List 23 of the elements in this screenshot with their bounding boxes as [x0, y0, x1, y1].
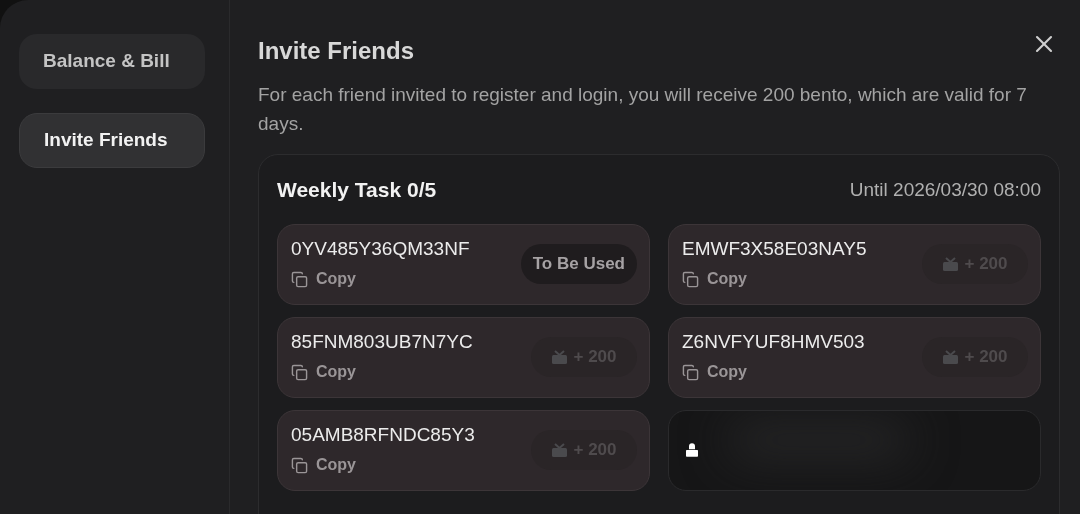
copy-button[interactable]: Copy — [291, 360, 473, 384]
invite-code: 05AMB8RFNDC85Y3 — [291, 423, 475, 447]
task-title: Weekly Task 0/5 — [277, 177, 437, 203]
copy-icon — [682, 270, 699, 288]
invite-code: 0YV485Y36QM33NF — [291, 237, 470, 261]
invite-code: EMWF3X58E03NAY5 — [682, 237, 867, 261]
copy-icon — [291, 456, 308, 474]
lock-icon — [683, 441, 701, 459]
copy-button[interactable]: Copy — [682, 360, 865, 384]
copy-icon — [291, 363, 308, 381]
invite-code: Z6NVFYUF8HMV503 — [682, 330, 865, 354]
deadline-text: Until 2026/03/30 08:00 — [849, 177, 1041, 202]
page-title: Invite Friends — [258, 36, 415, 66]
copy-icon — [682, 363, 699, 381]
sidebar-item[interactable]: Invite Friends — [19, 113, 205, 168]
copy-icon — [291, 270, 308, 288]
sidebar-item[interactable]: Balance & Bill — [19, 34, 205, 89]
copy-button[interactable]: Copy — [682, 267, 867, 291]
copy-button[interactable]: Copy — [291, 267, 470, 291]
status-badge: To Be Used — [520, 244, 637, 284]
copy-button[interactable]: Copy — [291, 453, 475, 477]
description-text: For each friend invited to register and login, you will receive 200 bento, which are valid for 7 days. — [258, 83, 1028, 136]
invite-code: 85FNM803UB7N7YC — [291, 330, 473, 354]
